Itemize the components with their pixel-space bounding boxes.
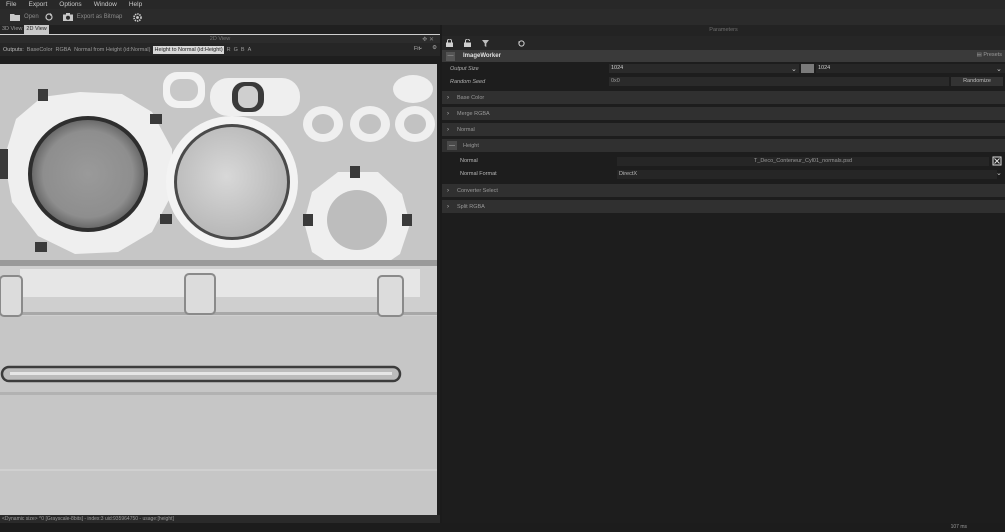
random-seed-field[interactable]: 0x0 (609, 77, 949, 86)
section-label: Converter Select (457, 187, 498, 194)
view-settings-icon[interactable]: ⚙ (432, 45, 437, 51)
toolbar: Open Export as Bitmap (0, 9, 1005, 25)
menu-export[interactable]: Export (28, 1, 47, 8)
reset-icon[interactable] (518, 39, 525, 47)
settings-gear-icon[interactable] (132, 12, 143, 23)
normal-format-label: Normal Format (460, 171, 497, 177)
chevron-down-icon[interactable]: ⌄ (996, 169, 1002, 177)
output-size-row: Output Size 1024 ⌄ 1024 ⌄ (442, 62, 1005, 75)
output-basecolor[interactable]: BaseColor (27, 47, 53, 53)
open-label: Open (24, 14, 39, 20)
normal-format-select[interactable]: DirectX (617, 170, 997, 179)
section-base-color[interactable]: › Base Color (442, 91, 1005, 104)
section-height[interactable]: — Height (442, 139, 1005, 152)
timing-label: 107 ms (950, 524, 967, 530)
section-label: Height (463, 142, 479, 149)
minus-icon[interactable]: — (446, 51, 455, 61)
channel-r[interactable]: R (227, 47, 231, 53)
imageworker-header[interactable]: — ImageWorker ▤ Presets (442, 50, 1005, 62)
refresh-icon[interactable] (45, 13, 53, 21)
view-window-controls[interactable]: ✥ ✕ (422, 36, 434, 43)
export-bitmap-button[interactable]: Export as Bitmap (62, 13, 123, 21)
chevron-down-icon[interactable]: ⌄ (996, 65, 1002, 73)
bottom-status-bar: 107 ms (0, 523, 1005, 532)
presets-label: Presets (983, 52, 1002, 58)
channel-b[interactable]: B (241, 47, 245, 53)
camera-icon (62, 13, 73, 21)
chevron-right-icon: › (447, 110, 449, 117)
tab-2d-view[interactable]: 2D View (24, 25, 49, 34)
section-split-rgba[interactable]: › Split RGBA (442, 200, 1005, 213)
output-height-to-normal[interactable]: Height to Normal (id:Height) (153, 45, 224, 54)
section-label: Split RGBA (457, 203, 485, 210)
export-bitmap-label: Export as Bitmap (76, 14, 123, 20)
document-icon: ▤ (976, 52, 982, 58)
view-title: 2D View (209, 36, 231, 42)
chevron-down-icon[interactable]: ⌄ (418, 45, 423, 51)
menu-help[interactable]: Help (129, 1, 142, 8)
presets-button[interactable]: ▤ Presets (977, 52, 1002, 58)
menu-window[interactable]: Window (94, 1, 117, 8)
randomize-button[interactable]: Randomize (951, 77, 1003, 86)
output-size-height-select[interactable]: 1024 (816, 64, 1005, 73)
tab-3d-view[interactable]: 3D View (0, 25, 25, 34)
lock-icon[interactable] (446, 39, 453, 47)
open-button[interactable]: Open (10, 13, 39, 21)
normal-label: Normal (460, 158, 478, 164)
menu-options[interactable]: Options (59, 1, 81, 8)
normal-format-row: Normal Format DirectX ⌄ (442, 168, 1005, 181)
outputs-bar: Outputs: BaseColor RGBA Normal from Heig… (0, 43, 440, 56)
section-label: Merge RGBA (457, 110, 490, 117)
status-bar: <Dynamic size> ^0 [Grayscale-8bits] - in… (0, 515, 440, 523)
output-size-label: Output Size (450, 65, 479, 72)
link-icon[interactable] (801, 64, 814, 73)
section-label: Normal (457, 126, 475, 133)
normal-file-field[interactable]: T_Deco_Conteneur_Cyl01_normals.psd (617, 157, 989, 166)
output-rgba[interactable]: RGBA (55, 47, 71, 53)
height-texture-image (0, 64, 437, 526)
parameters-toolbar (442, 36, 1005, 50)
height-normal-row: Normal T_Deco_Conteneur_Cyl01_normals.ps… (442, 155, 1005, 168)
section-normal[interactable]: › Normal (442, 123, 1005, 136)
chevron-right-icon: › (447, 203, 449, 210)
parameters-title: Parameters (442, 25, 1005, 36)
parameters-panel: Parameters — ImageWorker ▤ Presets Outpu… (442, 25, 1005, 523)
menu-file[interactable]: File (6, 1, 16, 8)
section-converter-select[interactable]: › Converter Select (442, 184, 1005, 197)
output-normal-from-height[interactable]: Normal from Height (id:Normal) (74, 47, 150, 53)
minus-icon: — (447, 141, 457, 150)
viewer-panel: 3D View 2D View 2D View ✥ ✕ Outputs: Bas… (0, 25, 440, 532)
texture-viewport[interactable] (0, 64, 437, 526)
chevron-right-icon: › (447, 126, 449, 133)
folder-icon (10, 14, 20, 21)
chevron-down-icon[interactable]: ⌄ (791, 65, 797, 73)
menu-bar: File Export Options Window Help (0, 0, 1005, 9)
random-seed-row: Random Seed 0x0 Randomize (442, 75, 1005, 88)
view-header: 2D View ✥ ✕ (0, 34, 440, 43)
filter-icon[interactable] (482, 39, 489, 47)
file-picker-icon[interactable] (992, 156, 1002, 166)
random-seed-label: Random Seed (450, 78, 486, 85)
chevron-right-icon: › (447, 94, 449, 101)
channel-g[interactable]: G (234, 47, 238, 53)
worker-title: ImageWorker (463, 53, 501, 59)
channel-a[interactable]: A (248, 47, 252, 53)
chevron-right-icon: › (447, 187, 449, 194)
section-merge-rgba[interactable]: › Merge RGBA (442, 107, 1005, 120)
outputs-label: Outputs: (3, 46, 24, 53)
section-label: Base Color (457, 94, 485, 101)
view-tabs: 3D View 2D View (0, 25, 440, 34)
unlock-icon[interactable] (464, 39, 471, 47)
output-size-width-select[interactable]: 1024 (609, 64, 799, 73)
